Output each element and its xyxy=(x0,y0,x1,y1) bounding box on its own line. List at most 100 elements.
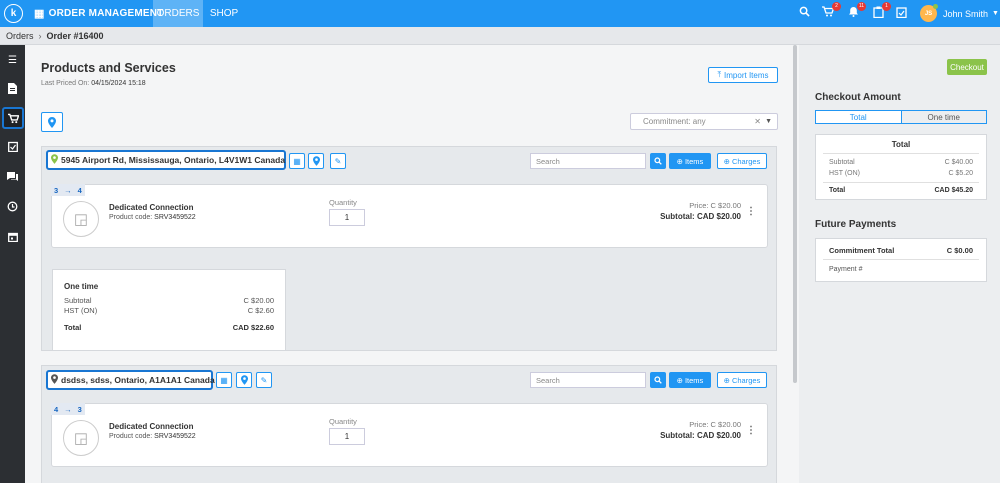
quantity-label: Quantity xyxy=(329,417,357,426)
app-name: ORDER MANAGEMENT xyxy=(48,8,164,19)
sidebar: ☰ xyxy=(0,45,25,483)
unit-price: Price: C $20.00 xyxy=(689,420,741,429)
app-switcher[interactable]: ▦ ORDER MANAGEMENT xyxy=(34,0,163,27)
app-logo[interactable]: k xyxy=(4,4,23,23)
subtotal-value: CAD $20.00 xyxy=(696,212,741,221)
total-tax-label: HST (ON) xyxy=(829,170,860,177)
more-options-icon[interactable]: ⋮ xyxy=(746,425,756,436)
location-address: dsdss, sdss, Ontario, A1A1A1 Canada xyxy=(46,370,215,390)
total-summary-title: Total xyxy=(891,140,911,149)
address-text: dsdss, sdss, Ontario, A1A1A1 Canada xyxy=(61,375,215,385)
location-pin-button[interactable] xyxy=(236,372,252,388)
product-name: Dedicated Connection xyxy=(109,203,194,212)
page-title: Products and Services xyxy=(41,61,176,75)
product-name: Dedicated Connection xyxy=(109,422,194,431)
total-tax-value: C $5.20 xyxy=(948,170,973,177)
top-bar: k ▦ ORDER MANAGEMENT ORDERS SHOP 2 11 1 … xyxy=(0,0,1000,27)
chevron-down-icon: ▼ xyxy=(765,118,772,125)
cart-icon[interactable]: 2 xyxy=(821,2,841,20)
building-button[interactable]: ▦ xyxy=(289,153,305,169)
tab-orders[interactable]: ORDERS xyxy=(153,0,203,27)
one-time-subtotal-label: Subtotal xyxy=(64,296,92,305)
chat-icon[interactable] xyxy=(3,167,22,186)
scrollbar-thumb[interactable] xyxy=(793,45,797,383)
clear-icon[interactable]: ✕ xyxy=(754,117,761,126)
document-icon[interactable] xyxy=(3,79,22,98)
one-time-total-row: Total CAD $22.60 xyxy=(64,323,274,332)
quantity-input[interactable]: 1 xyxy=(329,209,365,226)
add-items-button[interactable]: ⊕ Items xyxy=(669,153,711,169)
items-label: Items xyxy=(684,156,704,166)
address-text: 5945 Airport Rd, Mississauga, Ontario, L… xyxy=(61,155,286,165)
last-priced-value: 04/15/2024 15:18 xyxy=(91,80,146,87)
arrow-right-icon: → xyxy=(64,185,72,195)
add-charges-button[interactable]: ⊕ Charges xyxy=(717,153,767,169)
edit-location-button[interactable]: ✎ xyxy=(330,153,346,169)
one-time-title: One time xyxy=(64,282,99,291)
product-card: 3 → 4 ◲ Dedicated Connection Product cod… xyxy=(51,184,768,248)
plus-circle-icon: ⊕ xyxy=(676,156,683,166)
commitment-total-value: C $0.00 xyxy=(946,246,973,255)
price-label: Price: xyxy=(689,201,709,210)
avatar[interactable]: JS xyxy=(920,4,938,22)
location-address: 5945 Airport Rd, Mississauga, Ontario, L… xyxy=(46,150,286,170)
building-icon: ▦ xyxy=(220,375,228,385)
toggle-one-time[interactable]: One time xyxy=(902,111,987,123)
one-time-total-value: CAD $22.60 xyxy=(232,323,274,332)
charges-label: Charges xyxy=(731,156,761,166)
package-icon: ◲ xyxy=(63,420,99,456)
item-subtotal: Subtotal: CAD $20.00 xyxy=(660,431,741,440)
item-search-input[interactable]: Search xyxy=(530,153,646,169)
user-menu[interactable]: John Smith ▼ xyxy=(943,0,999,27)
calendar-icon[interactable] xyxy=(3,227,22,246)
history-icon[interactable] xyxy=(3,197,22,216)
search-button[interactable] xyxy=(650,153,666,169)
commitment-select-value: Commitment: any xyxy=(643,117,706,126)
bell-icon[interactable]: 11 xyxy=(846,2,866,20)
chevron-down-icon: ▼ xyxy=(992,10,999,17)
location-pin-button[interactable] xyxy=(308,153,324,169)
last-priced: Last Priced On: 04/15/2024 15:18 xyxy=(41,80,146,87)
add-items-button[interactable]: ⊕ Items xyxy=(669,372,711,388)
add-charges-button[interactable]: ⊕ Charges xyxy=(717,372,767,388)
search-icon xyxy=(654,376,662,384)
package-icon: ◲ xyxy=(63,201,99,237)
product-code-label: Product code: xyxy=(109,433,153,440)
tab-shop[interactable]: SHOP xyxy=(206,0,242,27)
price-value: C $20.00 xyxy=(710,201,741,210)
online-status-dot xyxy=(933,4,938,9)
toggle-total[interactable]: Total xyxy=(816,111,902,123)
more-options-icon[interactable]: ⋮ xyxy=(746,206,756,217)
menu-icon[interactable]: ☰ xyxy=(3,51,22,70)
quantity-input[interactable]: 1 xyxy=(329,428,365,445)
checkout-button[interactable]: Checkout xyxy=(947,59,987,75)
shopping-cart-icon[interactable] xyxy=(2,107,24,129)
product-card: 4 → 3 ◲ Dedicated Connection Product cod… xyxy=(51,403,768,467)
checklist-icon[interactable] xyxy=(894,6,908,21)
commitment-total-row: Commitment Total C $0.00 xyxy=(829,246,973,255)
edit-location-button[interactable]: ✎ xyxy=(256,372,272,388)
add-location-button[interactable] xyxy=(41,112,63,132)
search-button[interactable] xyxy=(650,372,666,388)
item-search-input[interactable]: Search xyxy=(530,372,646,388)
one-time-tax-row: HST (ON) C $2.60 xyxy=(64,306,274,315)
map-pin-icon xyxy=(48,116,56,128)
item-subtotal: Subtotal: CAD $20.00 xyxy=(660,212,741,221)
total-summary: Total Subtotal C $40.00 HST (ON) C $5.20… xyxy=(815,134,987,200)
seq-from: 4 xyxy=(54,404,59,414)
clipboard-check-icon[interactable] xyxy=(3,137,22,156)
sequence-indicator[interactable]: 3 → 4 xyxy=(51,184,85,196)
task-clipboard-icon[interactable]: 1 xyxy=(871,2,891,21)
search-icon[interactable] xyxy=(797,6,811,20)
total-subtotal-value: C $40.00 xyxy=(944,159,973,166)
commitment-total-label: Commitment Total xyxy=(829,246,895,255)
commitment-select[interactable]: Commitment: any ✕ ▼ xyxy=(630,113,778,130)
map-pin-icon xyxy=(240,375,248,385)
pencil-icon: ✎ xyxy=(334,156,342,166)
items-label: Items xyxy=(684,375,704,385)
building-button[interactable]: ▦ xyxy=(216,372,232,388)
import-items-button[interactable]: ⤒ Import Items xyxy=(708,67,778,83)
breadcrumb-orders[interactable]: Orders xyxy=(6,31,34,41)
sequence-indicator[interactable]: 4 → 3 xyxy=(51,403,85,415)
avatar-initials: JS xyxy=(924,10,933,17)
